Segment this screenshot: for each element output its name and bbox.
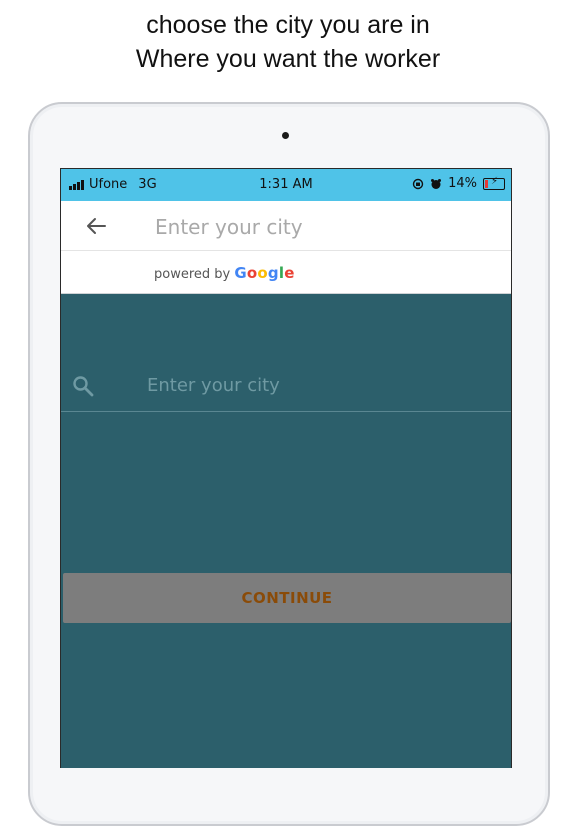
google-logo: Google [234,264,295,282]
alarm-icon [431,178,442,189]
battery-percent: 14% [448,176,477,191]
camera-dot [282,132,289,139]
back-arrow-icon[interactable] [83,213,109,239]
search-city-input[interactable] [153,209,497,245]
status-bar: Ufone 3G 1:31 AM 14% ⚡ [61,169,511,201]
search-icon [73,376,94,397]
battery-charging-icon: ⚡ [483,176,505,190]
powered-by-label: powered by [154,267,231,282]
city-input-row [61,359,511,412]
app-screen: Ufone 3G 1:31 AM 14% ⚡ powe [60,168,512,768]
place-search-bar [61,201,511,251]
continue-button[interactable]: CONTINUE [63,573,511,623]
city-input[interactable] [145,369,489,401]
caption-line-1: choose the city you are in [146,11,430,39]
screen-rotation-lock-icon [412,178,424,189]
promo-caption: choose the city you are in Where you wan… [0,8,576,76]
powered-by-google: powered by Google [61,251,511,294]
caption-line-2: Where you want the worker [135,45,441,73]
